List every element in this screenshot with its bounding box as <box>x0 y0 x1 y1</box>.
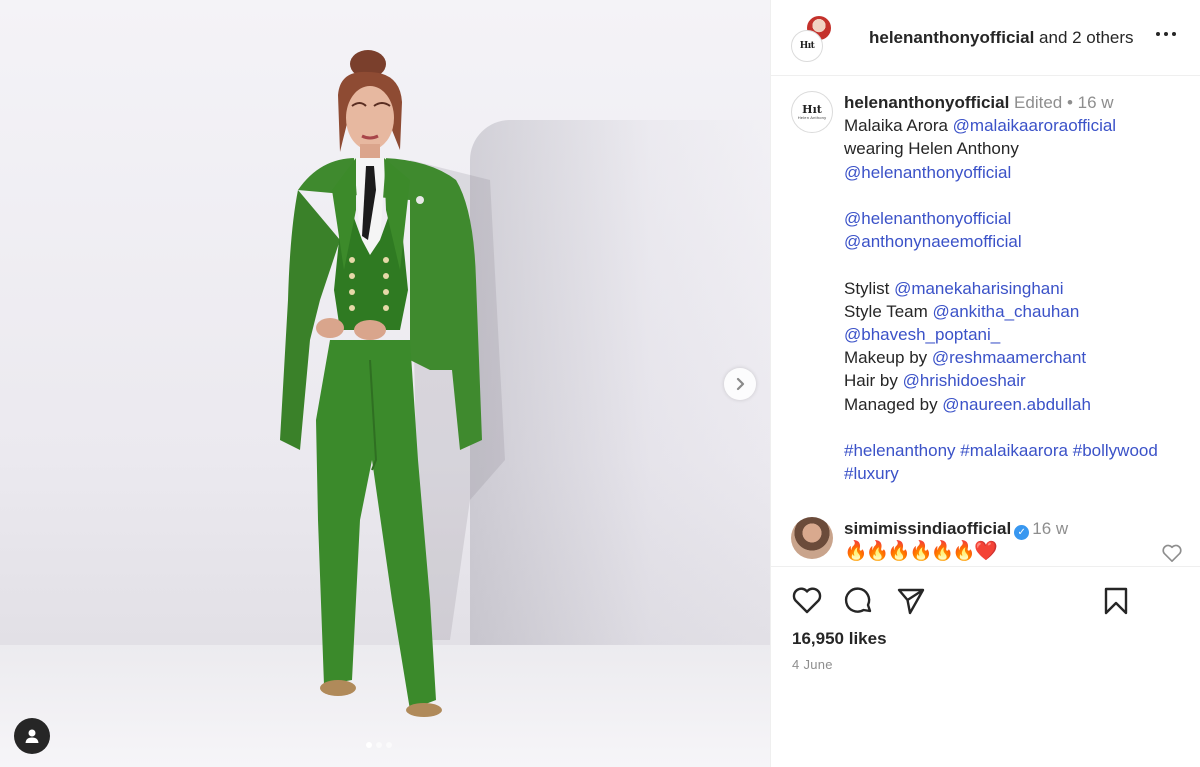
post-caption: Hıt Helen Anthony helenanthonyofficial E… <box>791 91 1194 485</box>
post-side-panel: Hıt helenanthonyofficial and 2 others Hı… <box>770 0 1200 767</box>
mention-link[interactable]: @helenanthonyofficial <box>844 163 1011 182</box>
makeup-label: Makeup by <box>844 348 932 368</box>
caption-text: helenanthonyofficial Edited • 16 w Malai… <box>844 91 1194 485</box>
hashtag-link[interactable]: #luxury <box>844 464 899 483</box>
header-collaborators[interactable]: and 2 others <box>1039 28 1134 47</box>
post-actions: 16,950 likes 4 June <box>771 566 1200 767</box>
comment-heart: ❤️ <box>973 541 998 562</box>
hashtag-link[interactable]: #helenanthony <box>844 441 956 460</box>
comment-icon[interactable] <box>843 585 875 617</box>
mention-link[interactable]: @hrishidoeshair <box>903 371 1026 390</box>
next-slide-button[interactable] <box>724 368 756 400</box>
mention-link[interactable]: @ankitha_chauhan <box>933 302 1080 321</box>
caption-line: wearing Helen Anthony <box>844 139 1019 159</box>
chevron-right-icon <box>736 377 745 391</box>
comment-age[interactable]: 16 w <box>1032 519 1068 538</box>
stylist-label: Stylist <box>844 278 895 298</box>
mention-link[interactable]: @bhavesh_poptani_ <box>844 325 1000 344</box>
verified-badge-icon: ✓ <box>1014 525 1030 540</box>
caption-age[interactable]: 16 w <box>1078 93 1114 112</box>
brand-logo: Hıt <box>802 103 822 116</box>
managed-label: Managed by <box>844 394 943 414</box>
mention-link[interactable]: @anthonynaeemofficial <box>844 232 1022 251</box>
comment-item: simimissindiaofficial ✓ 16 w 🔥🔥🔥🔥🔥🔥❤️ <box>791 517 1191 563</box>
hair-label: Hair by <box>844 371 903 391</box>
share-icon[interactable] <box>895 585 927 617</box>
brand-logo-subtext: Helen Anthony <box>797 115 827 120</box>
collab-avatars[interactable]: Hıt <box>791 13 835 62</box>
header-username[interactable]: helenanthonyofficial <box>869 28 1034 47</box>
mention-link[interactable]: @naureen.abdullah <box>942 395 1091 414</box>
post-photo-model <box>280 50 505 717</box>
mention-link[interactable]: @manekaharisinghani <box>894 279 1063 298</box>
comment-like-button[interactable] <box>1161 543 1183 566</box>
comment-username[interactable]: simimissindiaofficial <box>844 519 1011 538</box>
header-names: helenanthonyofficial and 2 others <box>869 28 1134 48</box>
author-avatar[interactable]: Hıt <box>791 29 823 62</box>
carousel-dot <box>366 742 372 748</box>
caption-edited: Edited <box>1014 93 1063 112</box>
heart-icon[interactable] <box>791 585 823 615</box>
post-date[interactable]: 4 June <box>792 657 833 672</box>
tagged-users-button[interactable] <box>14 718 50 754</box>
brand-logo: Hıt <box>799 40 815 51</box>
comment-text: 🔥🔥🔥🔥🔥🔥 <box>844 541 976 562</box>
comments-section[interactable]: Hıt Helen Anthony helenanthonyofficial E… <box>771 77 1200 566</box>
post-media[interactable] <box>0 0 770 767</box>
comment-avatar[interactable] <box>791 517 833 559</box>
action-bar <box>791 585 1141 617</box>
post-header: Hıt helenanthonyofficial and 2 others <box>771 0 1200 76</box>
mention-link[interactable]: @reshmaamerchant <box>932 348 1086 367</box>
likes-count[interactable]: 16,950 likes <box>792 629 887 649</box>
style-team-label: Style Team <box>844 301 933 321</box>
mention-link[interactable]: @malaikaaroraofficial <box>953 116 1116 135</box>
caption-avatar[interactable]: Hıt Helen Anthony <box>791 91 833 133</box>
bookmark-icon[interactable] <box>1101 585 1131 617</box>
user-tag-icon <box>25 729 39 743</box>
caption-line: Malaika Arora <box>844 116 953 136</box>
carousel-dot <box>376 742 382 748</box>
comment-body: simimissindiaofficial ✓ 16 w 🔥🔥🔥🔥🔥🔥❤️ <box>844 517 1068 563</box>
mention-link[interactable]: @helenanthonyofficial <box>844 209 1011 228</box>
more-options-icon[interactable] <box>1154 26 1178 42</box>
hashtag-link[interactable]: #malaikaarora <box>960 441 1068 460</box>
carousel-dots <box>366 742 392 748</box>
hashtag-link[interactable]: #bollywood <box>1073 441 1158 460</box>
heart-icon <box>1162 544 1182 562</box>
caption-separator: • <box>1066 93 1073 112</box>
caption-username[interactable]: helenanthonyofficial <box>844 93 1009 112</box>
carousel-dot <box>386 742 392 748</box>
